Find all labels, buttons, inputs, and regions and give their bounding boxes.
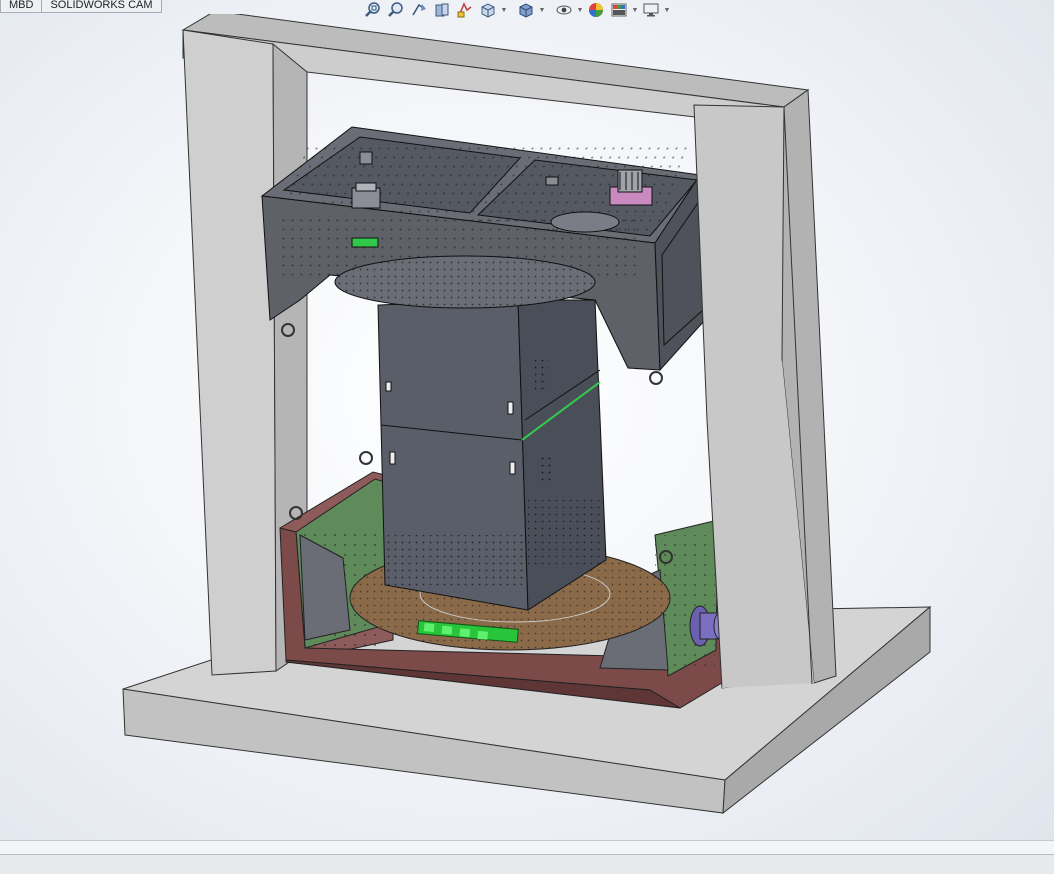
view-settings-icon[interactable] [640,1,662,19]
edit-appearance-icon[interactable] [585,1,607,19]
central-cabinet [377,299,607,611]
view-settings-dropdown-icon[interactable]: ▼ [663,1,671,19]
display-style-dropdown-icon[interactable]: ▼ [538,1,546,19]
tab-mbd[interactable]: MBD [0,0,43,13]
graphics-area[interactable] [0,14,1054,840]
view-orientation-dropdown-icon[interactable]: ▼ [500,1,508,19]
hide-show-items-icon[interactable] [553,1,575,19]
previous-view-icon[interactable] [408,1,430,19]
heads-up-view-toolbar: ▼ ▼ ▼ ▼ ▼ [362,0,671,20]
display-style-icon[interactable] [515,1,537,19]
drive-gear-left [351,182,381,209]
dynamic-annotation-views-icon[interactable] [454,1,476,19]
view-orientation-icon[interactable] [477,1,499,19]
status-bar [0,854,1054,874]
command-manager-tabs: MBD SOLIDWORKS CAM [0,0,162,14]
zoom-to-area-icon[interactable] [385,1,407,19]
zoom-to-fit-icon[interactable] [362,1,384,19]
section-view-icon[interactable] [431,1,453,19]
apply-scene-dropdown-icon[interactable]: ▼ [631,1,639,19]
graphics-bottom-strip [0,840,1054,854]
hide-show-dropdown-icon[interactable]: ▼ [576,1,584,19]
tab-solidworks-cam[interactable]: SOLIDWORKS CAM [42,0,162,13]
apply-scene-icon[interactable] [608,1,630,19]
